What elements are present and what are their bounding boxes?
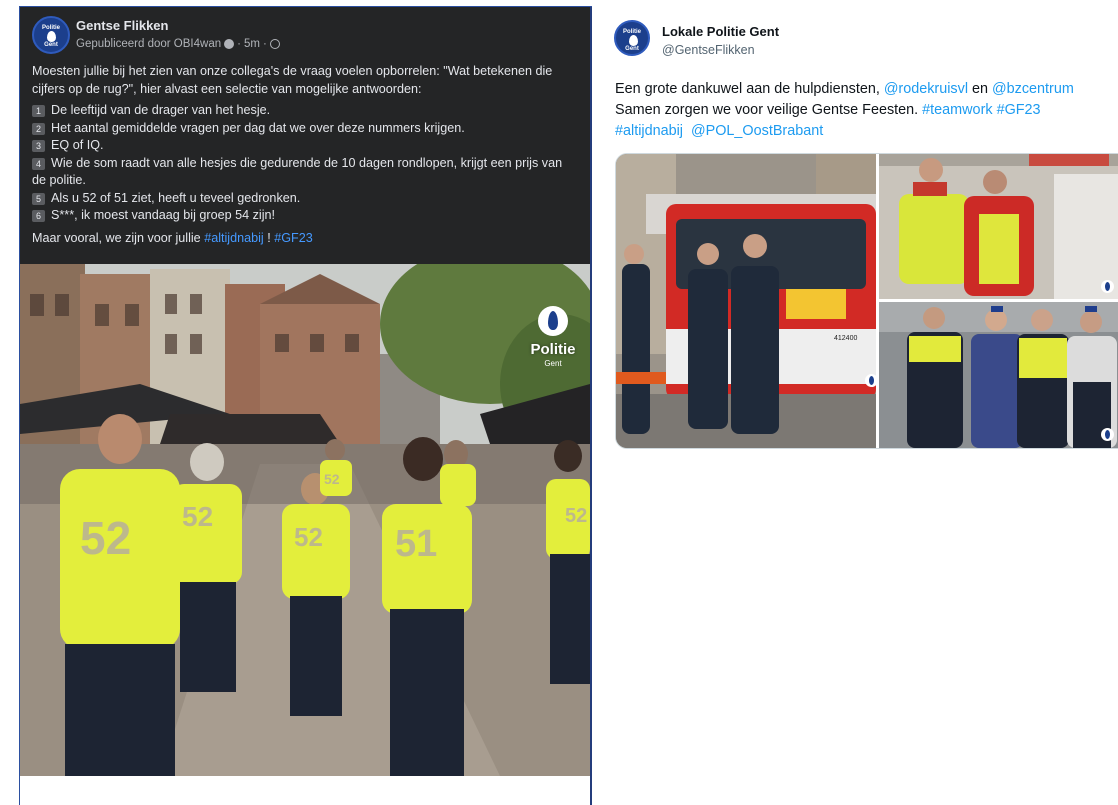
list-item-text: S***, ik moest vandaag bij groep 54 zijn… — [51, 208, 276, 222]
tweet-media-grid: 412400 — [615, 153, 1118, 449]
keycap-number-icon: 5 — [32, 192, 45, 205]
vest-number: 51 — [395, 523, 437, 565]
answer-list: 1 De leeftijd van de drager van het hesje… — [32, 102, 590, 225]
police-flame-icon — [629, 35, 638, 46]
keycap-number-icon: 4 — [32, 157, 45, 170]
hashtag-link[interactable]: #GF23 — [997, 102, 1041, 118]
tweet-avatar[interactable]: Politie Gent — [614, 20, 650, 56]
list-item: 6 S***, ik moest vandaag bij groep 54 zij… — [32, 207, 590, 225]
meta-separator: · — [237, 38, 241, 50]
vest-number: 52 — [294, 522, 323, 552]
politie-corner-logo-icon — [1101, 428, 1114, 441]
meta-separator: · — [262, 38, 267, 50]
police-flame-icon — [538, 306, 568, 336]
politie-corner-logo-icon — [865, 374, 876, 387]
list-item-text: Als u 52 of 51 ziet, heeft u teveel gedr… — [51, 190, 301, 205]
post-photo[interactable]: 52 52 52 52 51 52 Politie Gent — [20, 264, 590, 776]
page-avatar[interactable]: Politie Gent — [32, 16, 70, 54]
truck-number: 412400 — [834, 335, 857, 342]
avatar-text-bottom: Gent — [625, 46, 639, 52]
list-item-text: Wie de som raadt van alle hesjes die ged… — [51, 155, 563, 170]
outro-punct: ! — [263, 230, 275, 245]
hashtag-link[interactable]: #altijdnabij — [615, 123, 683, 139]
logo-sub: Gent — [544, 359, 562, 368]
avatar-text-bottom: Gent — [44, 42, 58, 48]
published-by: Gepubliceerd door OBI4wan — [76, 38, 222, 50]
tweet-text: Een grote dankuwel aan de hulpdiensten, … — [615, 79, 1118, 142]
hashtag-link[interactable]: #altijdnabij — [204, 231, 264, 245]
post-intro-line: Moesten jullie bij het zien van onze col… — [32, 64, 553, 78]
tweet-text-fragment: Samen zorgen we voor veilige Gentse Fees… — [615, 102, 923, 118]
post-intro-line: cijfers op de rug?", hier alvast een sel… — [32, 81, 422, 96]
mention-link[interactable]: @bzcentrum — [992, 81, 1074, 97]
politie-corner-logo-icon — [1101, 280, 1114, 293]
tweet-line: #altijdnabij @POL_OostBrabant — [615, 121, 1118, 142]
street-photo-illustration: 52 52 52 52 51 52 — [20, 264, 590, 776]
hashtag-link[interactable]: #GF23 — [274, 231, 313, 245]
vest-number: 52 — [324, 471, 340, 487]
facebook-post: Politie Gent Gentse Flikken Gepubliceerd… — [20, 7, 590, 264]
post-text: Moesten jullie bij het zien van onze col… — [32, 63, 590, 247]
mention-link[interactable]: @rodekruisvl — [884, 81, 968, 97]
list-item-continuation: de politie. — [32, 173, 86, 187]
logo-word: Politie — [530, 341, 576, 358]
tweet-author-name[interactable]: Lokale Politie Gent — [662, 24, 779, 39]
info-icon[interactable] — [224, 39, 235, 49]
vest-number: 52 — [565, 505, 587, 527]
list-item: 4 Wie de som raadt van alle hesjes die ge… — [32, 155, 590, 190]
list-item-text: De leeftijd van de drager van het hesje. — [51, 103, 271, 117]
list-item-text: Het aantal gemiddelde vragen per dag dat… — [51, 120, 465, 135]
hashtag-link[interactable]: #teamwork — [922, 102, 992, 118]
tweet-text-fragment: Een grote dankuwel aan de hulpdiensten, — [615, 81, 884, 97]
list-item: 2 Het aantal gemiddelde vragen per dag da… — [32, 120, 590, 138]
list-item: 1 De leeftijd van de drager van het hesje… — [32, 102, 590, 120]
police-flame-icon — [47, 31, 56, 42]
list-item: 5 Als u 52 of 51 ziet, heeft u teveel ged… — [32, 190, 590, 208]
tweet-text-fragment: en — [968, 81, 993, 97]
post-meta: Gepubliceerd door OBI4wan · 5m · — [76, 38, 280, 50]
keycap-number-icon: 2 — [32, 122, 45, 135]
list-item-text: EQ of IQ. — [51, 138, 104, 152]
fb-post-right-border — [590, 7, 592, 805]
tweet-photo-red-cross[interactable] — [879, 154, 1118, 299]
vest-number: 52 — [182, 501, 213, 532]
outro-text: Maar vooral, we zijn voor jullie — [32, 230, 201, 245]
tweet-photo-firefighters[interactable]: 412400 — [616, 154, 876, 448]
tweet-text-fragment — [683, 123, 691, 139]
keycap-number-icon: 3 — [32, 140, 45, 152]
keycap-number-icon: 6 — [32, 210, 45, 222]
red-cross-illustration — [879, 154, 1118, 299]
post-outro: Maar vooral, we zijn voor jullie #altijd… — [32, 230, 590, 248]
list-item: 3 EQ of IQ. — [32, 137, 590, 155]
post-time[interactable]: 5m — [244, 38, 260, 50]
police-group-illustration — [879, 302, 1118, 448]
globe-icon[interactable] — [269, 39, 280, 49]
vest-number: 52 — [80, 512, 131, 564]
tweet-author-handle[interactable]: @GentseFlikken — [662, 43, 755, 57]
post-author[interactable]: Gentse Flikken — [76, 18, 168, 33]
tweet-line: Een grote dankuwel aan de hulpdiensten, … — [615, 79, 1118, 100]
keycap-number-icon: 1 — [32, 105, 45, 117]
mention-link[interactable]: @POL_OostBrabant — [691, 123, 823, 139]
tweet-photo-police-group[interactable] — [879, 302, 1118, 448]
tweet-line: Samen zorgen we voor veilige Gentse Fees… — [615, 100, 1118, 121]
politie-gent-logo: Politie Gent — [523, 306, 583, 368]
fire-truck-illustration: 412400 — [616, 154, 876, 448]
